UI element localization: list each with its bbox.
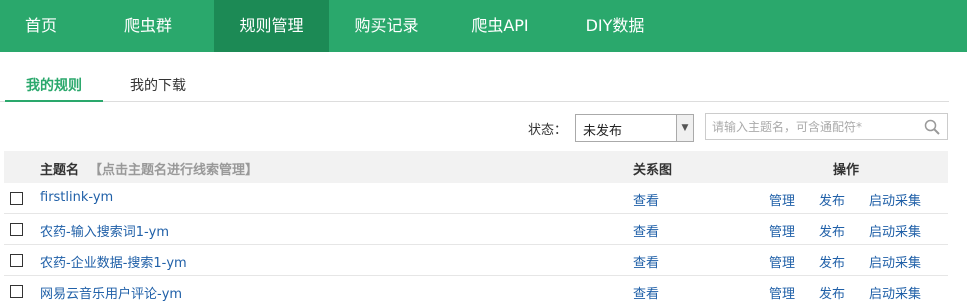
tab-my-rules[interactable]: 我的规则 [5, 72, 103, 102]
topic-link[interactable]: 农药-企业数据-搜索1-ym [40, 252, 187, 271]
column-header-topic: 主题名 【点击主题名进行线索管理】 [40, 159, 258, 178]
chevron-down-icon[interactable]: ▼ [676, 115, 693, 141]
column-header-topic-label: 主题名 [40, 163, 80, 178]
table-row: 农药-输入搜索词1-ym 查看 管理 发布 启动采集 [4, 214, 948, 245]
row-checkbox[interactable] [10, 223, 23, 236]
table-row: firstlink-ym 查看 管理 发布 启动采集 [4, 183, 948, 214]
start-collect-link[interactable]: 启动采集 [869, 283, 921, 302]
view-relation-link[interactable]: 查看 [633, 221, 659, 240]
publish-link[interactable]: 发布 [819, 252, 845, 271]
nav-item-crawler-api[interactable]: 爬虫API [444, 0, 556, 52]
row-checkbox[interactable] [10, 254, 23, 267]
topic-link[interactable]: firstlink-ym [40, 190, 113, 205]
view-relation-link[interactable]: 查看 [633, 252, 659, 271]
status-select[interactable]: 未发布 ▼ [575, 114, 694, 142]
view-relation-link[interactable]: 查看 [633, 283, 659, 302]
row-checkbox[interactable] [10, 192, 23, 205]
manage-link[interactable]: 管理 [769, 283, 795, 302]
manage-link[interactable]: 管理 [769, 190, 795, 209]
tab-my-downloads[interactable]: 我的下载 [108, 72, 208, 102]
row-checkbox[interactable] [10, 285, 23, 298]
nav-item-purchase-records[interactable]: 购买记录 [329, 0, 444, 52]
start-collect-link[interactable]: 启动采集 [869, 221, 921, 240]
publish-link[interactable]: 发布 [819, 221, 845, 240]
nav-item-rule-management[interactable]: 规则管理 [214, 0, 329, 52]
top-nav: 首页 爬虫群 规则管理 购买记录 爬虫API DIY数据 [0, 0, 967, 52]
column-header-relation: 关系图 [633, 163, 673, 178]
nav-item-home[interactable]: 首页 [0, 0, 82, 52]
topic-link[interactable]: 农药-输入搜索词1-ym [40, 221, 169, 240]
start-collect-link[interactable]: 启动采集 [869, 252, 921, 271]
publish-link[interactable]: 发布 [819, 190, 845, 209]
manage-link[interactable]: 管理 [769, 221, 795, 240]
table-row: 网易云音乐用户评论-ym 查看 管理 发布 启动采集 [4, 276, 948, 306]
nav-item-crawler-group[interactable]: 爬虫群 [82, 0, 214, 52]
column-header-hint: 【点击主题名进行线索管理】 [89, 163, 259, 178]
topic-link[interactable]: 网易云音乐用户评论-ym [40, 283, 182, 302]
column-header-operations: 操作 [833, 163, 860, 178]
sub-tabs: 我的规则 我的下载 [0, 72, 949, 102]
publish-link[interactable]: 发布 [819, 283, 845, 302]
table-row: 农药-企业数据-搜索1-ym 查看 管理 发布 启动采集 [4, 245, 948, 276]
view-relation-link[interactable]: 查看 [633, 190, 659, 209]
search-icon[interactable] [924, 119, 940, 135]
status-select-value: 未发布 [583, 124, 623, 139]
status-label: 状态： [528, 123, 568, 138]
nav-item-diy-data[interactable]: DIY数据 [556, 0, 674, 52]
search-box [705, 113, 948, 140]
table-header: 主题名 【点击主题名进行线索管理】 关系图 操作 [4, 151, 948, 183]
start-collect-link[interactable]: 启动采集 [869, 190, 921, 209]
search-input[interactable] [712, 118, 912, 136]
manage-link[interactable]: 管理 [769, 252, 795, 271]
